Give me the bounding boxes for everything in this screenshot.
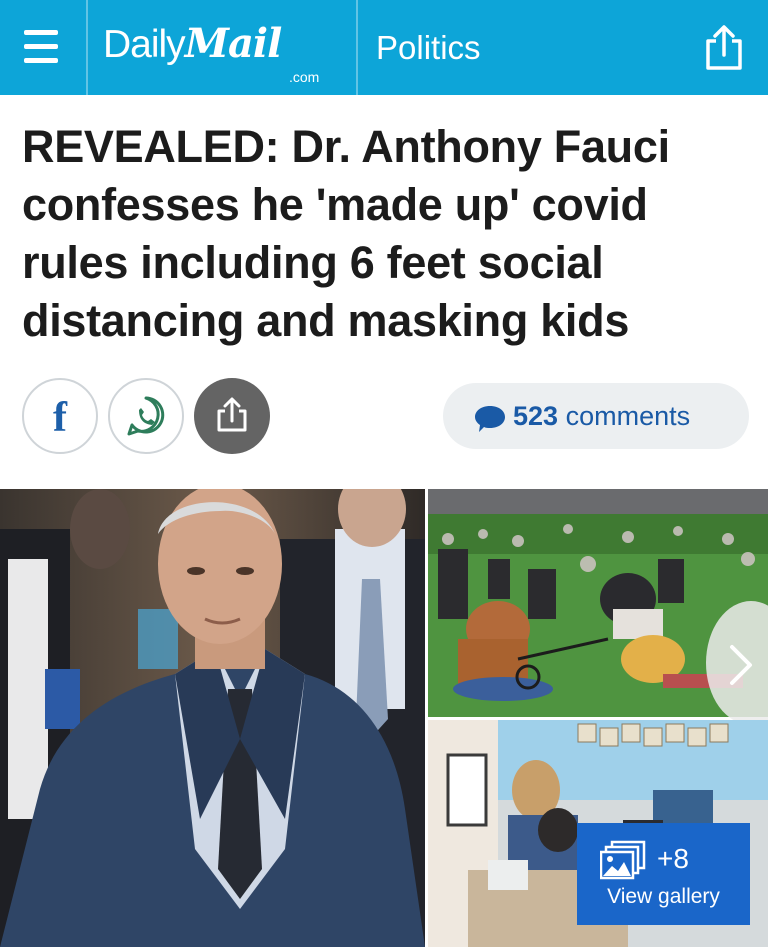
view-gallery-button[interactable]: +8 View gallery xyxy=(577,823,750,925)
facebook-share-button[interactable]: f xyxy=(22,378,98,454)
main-article-photo[interactable] xyxy=(0,489,425,947)
logo-daily-text: Daily xyxy=(103,23,186,66)
article-headline: REVEALED: Dr. Anthony Fauci confesses he… xyxy=(22,121,670,346)
gallery-next-button[interactable] xyxy=(706,601,768,725)
whatsapp-icon xyxy=(127,396,165,436)
gallery-label: View gallery xyxy=(607,885,720,908)
top-nav-bar: DailyMail .com Politics xyxy=(0,0,768,95)
share-icon xyxy=(217,397,247,432)
comments-button[interactable]: 523 comments xyxy=(443,383,749,449)
whatsapp-share-button[interactable] xyxy=(108,378,184,454)
gallery-count: +8 xyxy=(657,843,689,874)
chevron-right-icon xyxy=(730,645,752,685)
nav-divider xyxy=(86,0,88,95)
section-label[interactable]: Politics xyxy=(376,29,481,67)
daily-mail-logo[interactable]: DailyMail .com xyxy=(103,20,319,85)
comments-label: comments xyxy=(565,401,691,431)
hamburger-menu-icon[interactable] xyxy=(24,28,58,66)
share-icon[interactable] xyxy=(703,25,745,71)
share-button[interactable] xyxy=(194,378,270,454)
comment-bubble-icon xyxy=(475,406,505,432)
comments-count-text: 523 comments xyxy=(513,401,690,432)
gallery-icon xyxy=(600,840,646,880)
nav-divider xyxy=(356,0,358,95)
facebook-icon: f xyxy=(53,395,67,441)
logo-mail-text: Mail xyxy=(184,20,283,67)
comments-count: 523 xyxy=(513,401,559,431)
logo-com-text: .com xyxy=(289,69,320,85)
